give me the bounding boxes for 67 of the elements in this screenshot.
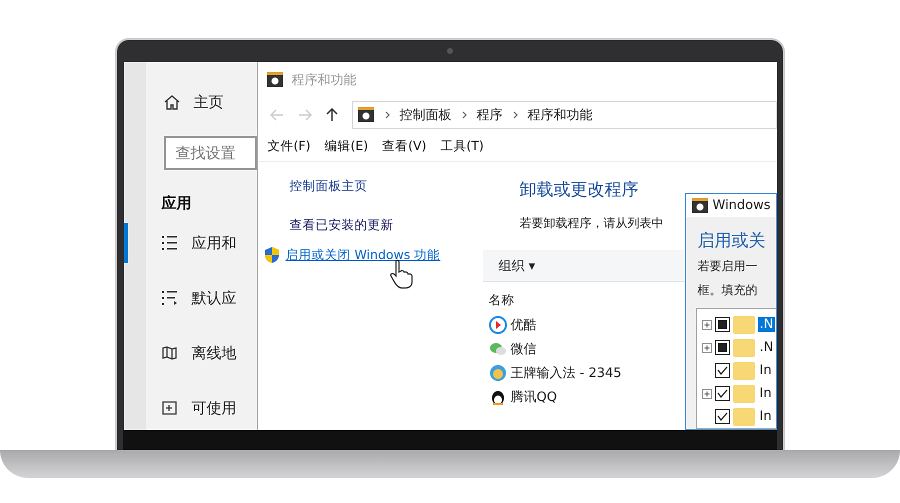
control-panel-icon (356, 107, 374, 123)
program-name[interactable]: 优酷 (510, 316, 536, 334)
chevron-icon (512, 111, 518, 119)
feature-label[interactable]: In (758, 363, 774, 378)
camera-dot (447, 48, 453, 54)
dialog-heading: 启用或关 (698, 230, 766, 252)
play-icon (488, 316, 506, 334)
window-title: 程序和功能 (292, 72, 356, 89)
sidebar-item[interactable]: 离线地 (124, 333, 256, 373)
menu-item[interactable]: 编辑(E) (324, 138, 368, 155)
check-icon (716, 389, 728, 398)
feature-label[interactable]: .N (758, 340, 776, 355)
window-icon (162, 401, 178, 415)
hand-cursor-icon (388, 259, 412, 289)
folder-icon (732, 384, 754, 402)
feature-label[interactable]: In (758, 386, 774, 401)
link[interactable]: 控制面板主页 (264, 178, 482, 195)
menu-item[interactable]: 查看(V) (382, 138, 426, 155)
dialog-title: Windows (712, 198, 771, 213)
breadcrumb-item[interactable]: 程序和功能 (528, 106, 592, 124)
address-bar[interactable]: 控制面板 程序 程序和功能 (352, 101, 776, 129)
check-icon (716, 366, 728, 375)
dialog-text: 若要启用一 (698, 258, 758, 275)
description-text: 若要卸载程序，请从列表中 (520, 215, 664, 232)
section-heading: 应用 (162, 194, 192, 213)
chevron-icon (462, 111, 466, 119)
sidebar-item[interactable]: 默认应 (124, 278, 256, 318)
menu-item[interactable]: 工具(T) (440, 138, 484, 155)
folder-icon (732, 362, 754, 380)
home-icon (164, 94, 180, 110)
forward-arrow-icon (298, 109, 312, 121)
cartoon-face-icon (488, 364, 506, 382)
checkbox[interactable] (714, 363, 730, 378)
folder-icon (732, 338, 754, 356)
dialog-text: 框。填充的 (698, 282, 758, 299)
program-name[interactable]: 微信 (510, 340, 536, 358)
folder-icon (732, 408, 754, 426)
checkbox[interactable] (714, 386, 730, 401)
map-icon (162, 346, 178, 360)
search-field[interactable]: 查找设置 (164, 136, 256, 170)
checkbox[interactable] (714, 317, 730, 332)
feature-label[interactable]: In (758, 409, 774, 424)
check-icon (716, 412, 728, 421)
program-name[interactable]: 王牌输入法 - 2345 (510, 364, 622, 382)
organize-button[interactable]: 组织 ▾ (498, 256, 536, 274)
chat-bubble-icon (488, 340, 506, 358)
shield-icon (264, 246, 280, 264)
link[interactable]: 启用或关闭 Windows 功能 (264, 246, 482, 264)
checkbox[interactable] (714, 340, 730, 355)
program-name[interactable]: 腾讯QQ (510, 388, 557, 406)
menu-item[interactable]: 文件(F) (268, 138, 310, 155)
chevron-icon (384, 111, 390, 119)
checkbox[interactable] (714, 409, 730, 424)
control-panel-icon (690, 198, 708, 214)
list-icon (162, 236, 178, 250)
link[interactable]: 查看已安装的更新 (264, 217, 482, 234)
back-arrow-icon (270, 109, 284, 121)
breadcrumb-item[interactable]: 程序 (476, 106, 502, 124)
breadcrumb-item[interactable]: 控制面板 (400, 106, 452, 124)
home-label[interactable]: 主页 (194, 92, 224, 112)
list-arrow-icon (162, 291, 178, 305)
up-arrow-icon (326, 108, 338, 122)
page-heading: 卸载或更改程序 (520, 179, 640, 201)
sidebar-item[interactable]: 可使用 (124, 388, 256, 428)
feature-label[interactable]: .N (758, 317, 776, 332)
folder-icon (732, 316, 754, 334)
control-panel-icon (266, 72, 284, 88)
